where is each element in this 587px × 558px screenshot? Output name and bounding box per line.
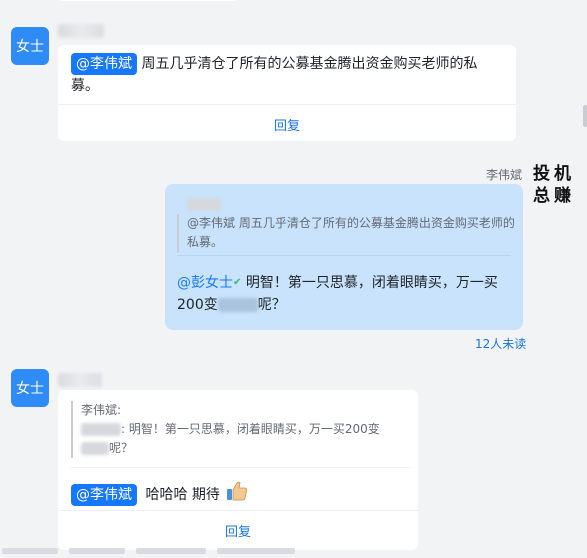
avatar[interactable]: 女士 xyxy=(11,369,49,407)
previous-message-card-edge xyxy=(58,0,238,1)
redacted-quote-header xyxy=(187,198,221,211)
message-text-end: 呢？ xyxy=(257,297,286,313)
redacted-name xyxy=(81,423,121,436)
divider xyxy=(71,467,410,468)
mention-tag[interactable]: @李伟斌 xyxy=(71,483,137,506)
message-body: @李伟斌 周五几乎清仓了所有的公募基金腾出资金购买老师的私募。 xyxy=(71,53,501,97)
message-body: @李伟斌 哈哈哈 期待 xyxy=(71,481,401,508)
quote-author: 李伟斌: xyxy=(81,403,122,417)
quoted-message: 李伟斌: : 明智！第一只思慕，闭着眼睛买，万一买200变 呢？ xyxy=(71,401,411,458)
reply-button[interactable]: 回复 xyxy=(58,521,418,540)
divider xyxy=(177,255,511,256)
quote-text-end: 呢？ xyxy=(109,441,134,455)
quote-text: : 明智！第一只思慕，闭着眼睛买，万一买200变 xyxy=(121,422,380,436)
mention-tag[interactable]: @彭女士 xyxy=(177,275,233,291)
message-card: 李伟斌: : 明智！第一只思慕，闭着眼睛买，万一买200变 呢？ @李伟斌 哈哈… xyxy=(58,390,418,550)
sender-name-redacted xyxy=(58,24,104,38)
scrollbar-thumb[interactable] xyxy=(583,105,587,127)
redacted-text xyxy=(81,442,109,455)
unread-count[interactable]: 12人未读 xyxy=(475,335,526,352)
verified-check-icon: ✔ xyxy=(233,277,242,288)
message-body: @彭女士✔ 明智！第一只思慕，闭着眼睛买，万一买200变 呢？ xyxy=(177,272,512,316)
calligraphy-avatar[interactable]: 投机 总赚 xyxy=(533,164,575,206)
my-message-bubble: @李伟斌 周五几乎清仓了所有的公募基金腾出资金购买老师的私募。 @彭女士✔ 明智… xyxy=(165,184,523,330)
mention-tag[interactable]: @李伟斌 xyxy=(71,53,137,75)
message-text: 哈哈哈 期待 xyxy=(145,486,220,503)
sender-name: 李伟斌 xyxy=(486,168,523,182)
avatar[interactable]: 女士 xyxy=(11,27,49,65)
sender-name-redacted xyxy=(58,373,102,387)
quoted-message: @李伟斌 周五几乎清仓了所有的公募基金腾出资金购买老师的私募。 xyxy=(177,214,517,252)
reply-button[interactable]: 回复 xyxy=(58,115,516,134)
thumbs-up-icon xyxy=(226,481,248,508)
bottom-strip xyxy=(0,539,587,554)
message-card: @李伟斌 周五几乎清仓了所有的公募基金腾出资金购买老师的私募。 回复 xyxy=(58,45,516,141)
divider xyxy=(58,104,516,105)
redacted-text xyxy=(217,298,258,312)
divider xyxy=(58,510,418,511)
